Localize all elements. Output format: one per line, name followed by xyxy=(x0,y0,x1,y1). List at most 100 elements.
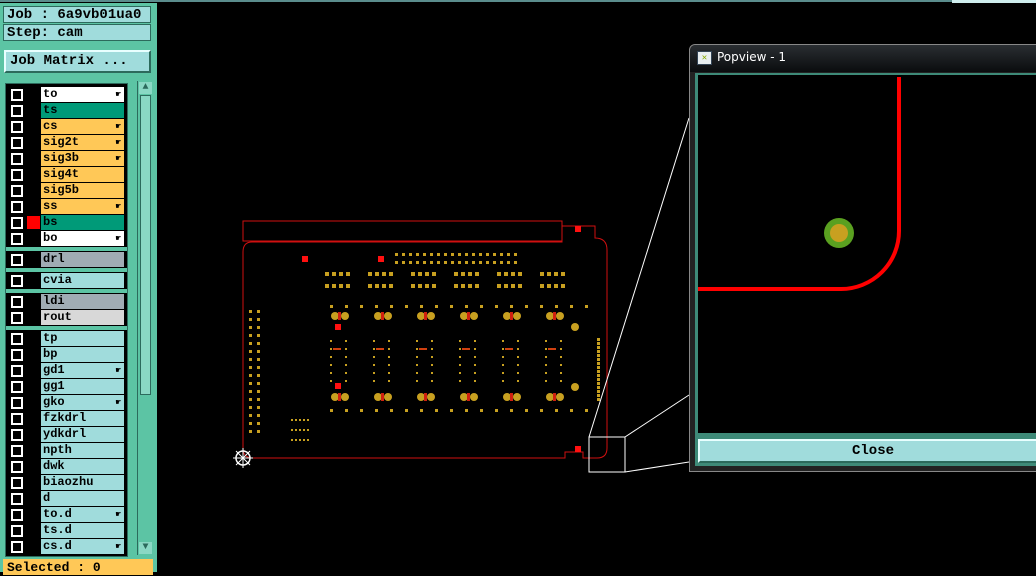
layer-checkbox[interactable] xyxy=(11,105,23,117)
layer-checkbox[interactable] xyxy=(11,137,23,149)
layer-row-ydkdrl[interactable]: ydkdrl xyxy=(6,427,127,442)
layer-row-bs[interactable]: bs xyxy=(6,215,127,230)
job-matrix-button[interactable]: Job Matrix ... xyxy=(4,50,151,73)
popview-titlebar[interactable]: ✕ Popview - 1 xyxy=(690,45,1036,72)
layer-checkbox[interactable] xyxy=(11,254,23,266)
layer-row-bp[interactable]: bp xyxy=(6,347,127,362)
layer-row-cs[interactable]: cs ☛ xyxy=(6,119,127,134)
layer-row-bo[interactable]: bo ☛ xyxy=(6,231,127,246)
layer-row-to.d[interactable]: to.d ☛ xyxy=(6,507,127,522)
layer-row-fzkdrl[interactable]: fzkdrl xyxy=(6,411,127,426)
layer-name[interactable]: d xyxy=(41,491,124,506)
layer-checkbox[interactable] xyxy=(11,365,23,377)
layer-checkbox[interactable] xyxy=(11,509,23,521)
layer-checkbox[interactable] xyxy=(11,201,23,213)
layer-name[interactable]: bs xyxy=(41,215,124,230)
layer-checkbox[interactable] xyxy=(11,429,23,441)
layer-checkbox[interactable] xyxy=(11,153,23,165)
layer-row-biaozhu[interactable]: biaozhu xyxy=(6,475,127,490)
layer-row-ts[interactable]: ts xyxy=(6,103,127,118)
layer-name[interactable]: to ☛ xyxy=(41,87,124,102)
layer-row-sig2t[interactable]: sig2t ☛ xyxy=(6,135,127,150)
layer-checkbox[interactable] xyxy=(11,89,23,101)
layer-checkbox[interactable] xyxy=(11,381,23,393)
layer-checkbox[interactable] xyxy=(11,461,23,473)
scroll-up-arrow-icon[interactable]: ▲ xyxy=(139,82,152,94)
layer-row-cvia[interactable]: cvia xyxy=(6,273,127,288)
layer-name[interactable]: to.d ☛ xyxy=(41,507,124,522)
layer-name[interactable]: biaozhu xyxy=(41,475,124,490)
layer-name[interactable]: bp xyxy=(41,347,124,362)
layer-name[interactable]: gd1 ☛ xyxy=(41,363,124,378)
layer-name[interactable]: ydkdrl xyxy=(41,427,124,442)
layer-row-sig4t[interactable]: sig4t xyxy=(6,167,127,182)
layer-row-rout[interactable]: rout xyxy=(6,310,127,325)
popview-canvas[interactable] xyxy=(698,75,1036,433)
layer-name[interactable]: tp xyxy=(41,331,124,346)
layer-checkbox[interactable] xyxy=(11,296,23,308)
layer-row-sig3b[interactable]: sig3b ☛ xyxy=(6,151,127,166)
layer-row-dwk[interactable]: dwk xyxy=(6,459,127,474)
layer-list-scrollbar[interactable]: ▲ ▼ xyxy=(137,81,153,555)
layer-name[interactable]: sig2t ☛ xyxy=(41,135,124,150)
layer-name[interactable]: drl xyxy=(41,252,124,267)
layer-checkbox[interactable] xyxy=(11,217,23,229)
layer-checkbox[interactable] xyxy=(11,413,23,425)
layer-row-ldi[interactable]: ldi xyxy=(6,294,127,309)
scrollbar-thumb[interactable] xyxy=(140,95,151,395)
layer-row-gko[interactable]: gko ☛ xyxy=(6,395,127,410)
layer-name[interactable]: ss ☛ xyxy=(41,199,124,214)
via xyxy=(416,253,419,256)
layer-name[interactable]: ts xyxy=(41,103,124,118)
layer-row-cs.d[interactable]: cs.d ☛ xyxy=(6,539,127,554)
layer-name[interactable]: ts.d xyxy=(41,523,124,538)
via xyxy=(502,380,504,382)
layer-name[interactable]: ldi xyxy=(41,294,124,309)
layer-checkbox[interactable] xyxy=(11,493,23,505)
layer-panel: Job : 6a9vb01ua0 Step: cam Job Matrix ..… xyxy=(0,3,157,575)
layer-name[interactable]: gg1 xyxy=(41,379,124,394)
smd-pad xyxy=(425,284,429,288)
layer-checkbox[interactable] xyxy=(11,169,23,181)
layer-checkbox[interactable] xyxy=(11,312,23,324)
pad xyxy=(505,348,513,350)
layer-name[interactable]: gko ☛ xyxy=(41,395,124,410)
layer-name[interactable]: cs.d ☛ xyxy=(41,539,124,554)
layer-checkbox[interactable] xyxy=(11,541,23,553)
layer-name[interactable]: cvia xyxy=(41,273,124,288)
pad xyxy=(513,312,521,320)
layer-name[interactable]: sig5b xyxy=(41,183,124,198)
layer-name[interactable]: rout xyxy=(41,310,124,325)
close-button[interactable]: Close xyxy=(698,439,1036,463)
layer-name[interactable]: sig4t xyxy=(41,167,124,182)
layer-checkbox[interactable] xyxy=(11,185,23,197)
layer-checkbox[interactable] xyxy=(11,397,23,409)
layer-checkbox[interactable] xyxy=(11,349,23,361)
layer-checkbox[interactable] xyxy=(11,233,23,245)
layer-row-ss[interactable]: ss ☛ xyxy=(6,199,127,214)
layer-name[interactable]: bo ☛ xyxy=(41,231,124,246)
layer-checkbox[interactable] xyxy=(11,275,23,287)
layer-row-drl[interactable]: drl xyxy=(6,252,127,267)
layer-row-ts.d[interactable]: ts.d xyxy=(6,523,127,538)
layer-row-tp[interactable]: tp xyxy=(6,331,127,346)
layer-checkbox[interactable] xyxy=(11,477,23,489)
layer-name[interactable]: npth xyxy=(41,443,124,458)
layer-name[interactable]: dwk xyxy=(41,459,124,474)
layer-checkbox[interactable] xyxy=(11,121,23,133)
layer-row-gg1[interactable]: gg1 xyxy=(6,379,127,394)
layer-name[interactable]: sig3b ☛ xyxy=(41,151,124,166)
layer-row-to[interactable]: to ☛ xyxy=(6,87,127,102)
layer-row-npth[interactable]: npth xyxy=(6,443,127,458)
layer-name[interactable]: cs ☛ xyxy=(41,119,124,134)
layer-name[interactable]: fzkdrl xyxy=(41,411,124,426)
layer-checkbox[interactable] xyxy=(11,445,23,457)
layer-checkbox[interactable] xyxy=(11,525,23,537)
layer-checkbox[interactable] xyxy=(11,333,23,345)
via xyxy=(249,318,252,321)
layer-row-d[interactable]: d xyxy=(6,491,127,506)
layer-row-gd1[interactable]: gd1 ☛ xyxy=(6,363,127,378)
layer-row-sig5b[interactable]: sig5b xyxy=(6,183,127,198)
smd-pad xyxy=(547,272,551,276)
scroll-down-arrow-icon[interactable]: ▼ xyxy=(139,542,152,554)
